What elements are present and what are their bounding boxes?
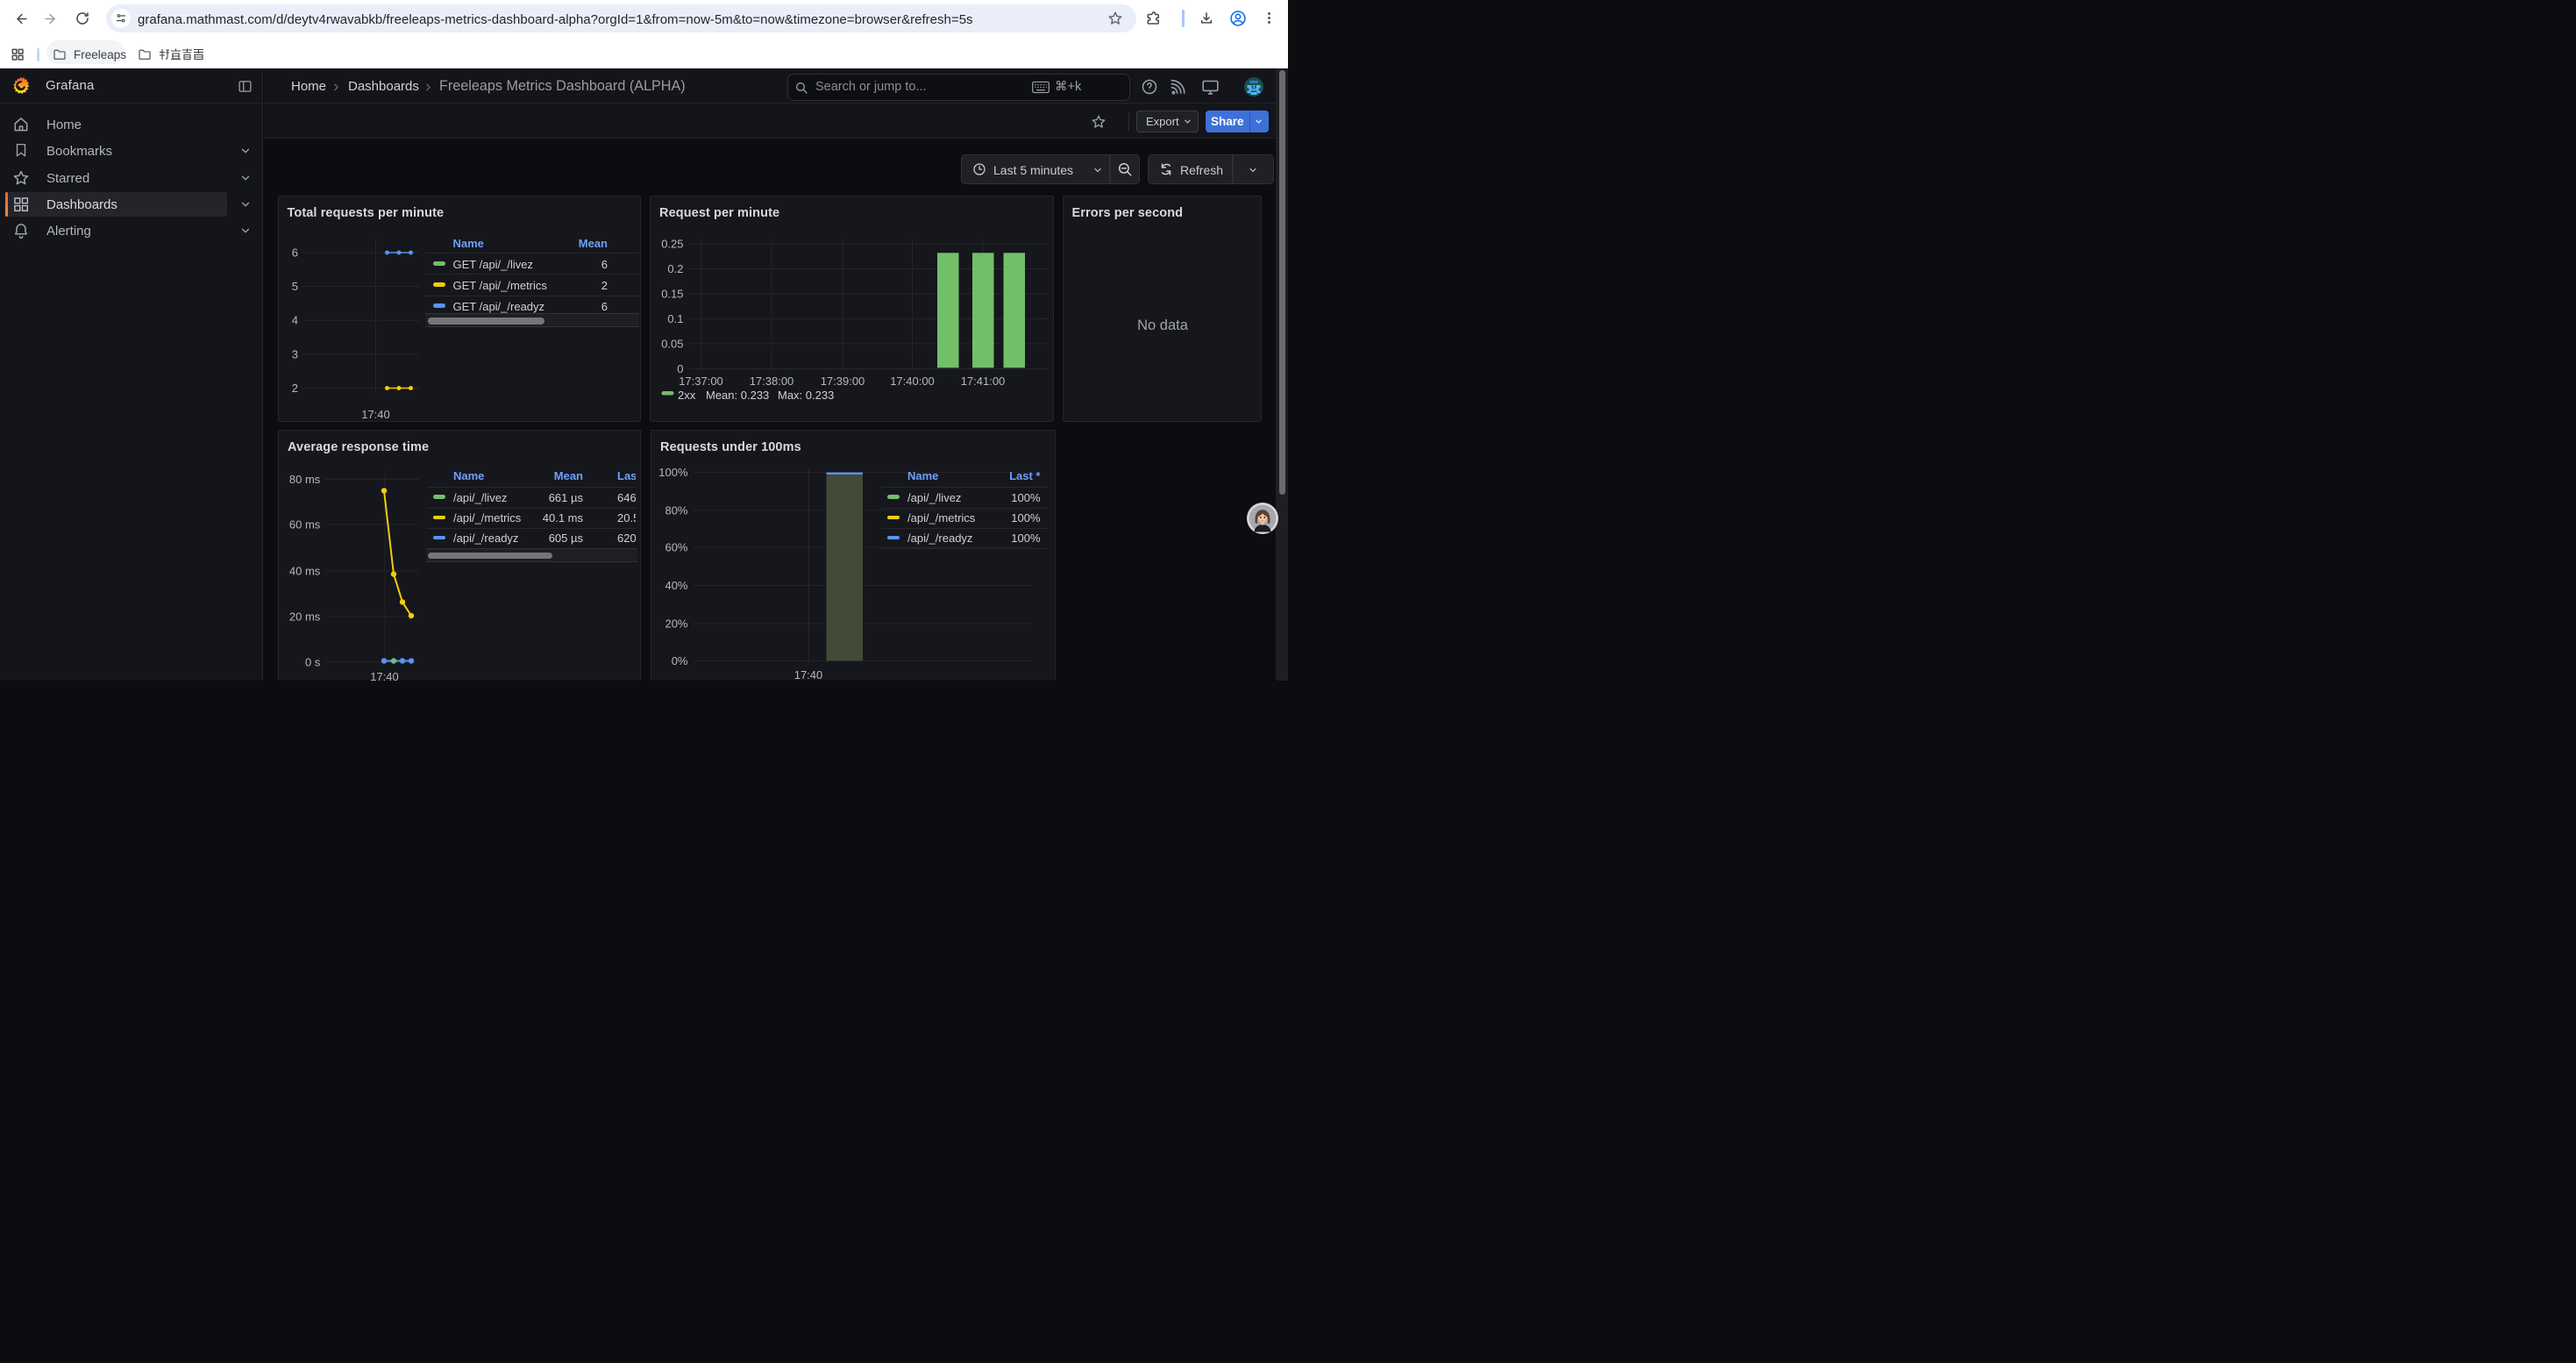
svg-text:80 ms: 80 ms [289, 473, 321, 486]
svg-text:17:41:00: 17:41:00 [961, 375, 1006, 388]
svg-text:4: 4 [291, 314, 297, 327]
svg-text:0.05: 0.05 [661, 338, 683, 351]
svg-text:6: 6 [291, 246, 297, 260]
svg-text:2xx: 2xx [678, 389, 696, 402]
svg-text:5: 5 [291, 280, 297, 293]
svg-text:17:40:00: 17:40:00 [890, 375, 935, 388]
svg-text:0 s: 0 s [305, 656, 321, 669]
svg-text:17:38:00: 17:38:00 [750, 375, 794, 388]
svg-text:0.25: 0.25 [661, 238, 683, 251]
svg-text:60%: 60% [665, 541, 687, 554]
svg-text:0.2: 0.2 [667, 262, 683, 275]
svg-text:17:37:00: 17:37:00 [679, 375, 723, 388]
svg-text:60 ms: 60 ms [289, 518, 321, 532]
svg-text:3: 3 [291, 347, 297, 360]
svg-text:0.1: 0.1 [667, 312, 683, 325]
svg-text:40 ms: 40 ms [289, 565, 321, 578]
svg-text:17:39:00: 17:39:00 [821, 375, 865, 388]
svg-text:2: 2 [291, 382, 297, 395]
svg-text:0%: 0% [672, 654, 688, 667]
svg-text:40%: 40% [665, 579, 687, 592]
svg-text:20%: 20% [665, 617, 687, 631]
svg-text:17:40: 17:40 [361, 408, 390, 421]
svg-text:Mean: 0.233: Mean: 0.233 [706, 389, 769, 402]
svg-text:0: 0 [677, 362, 683, 375]
svg-text:20 ms: 20 ms [289, 610, 321, 624]
svg-text:0.15: 0.15 [661, 288, 683, 301]
svg-text:Max: 0.233: Max: 0.233 [778, 389, 834, 402]
svg-text:80%: 80% [665, 504, 687, 517]
svg-text:100%: 100% [658, 466, 688, 479]
